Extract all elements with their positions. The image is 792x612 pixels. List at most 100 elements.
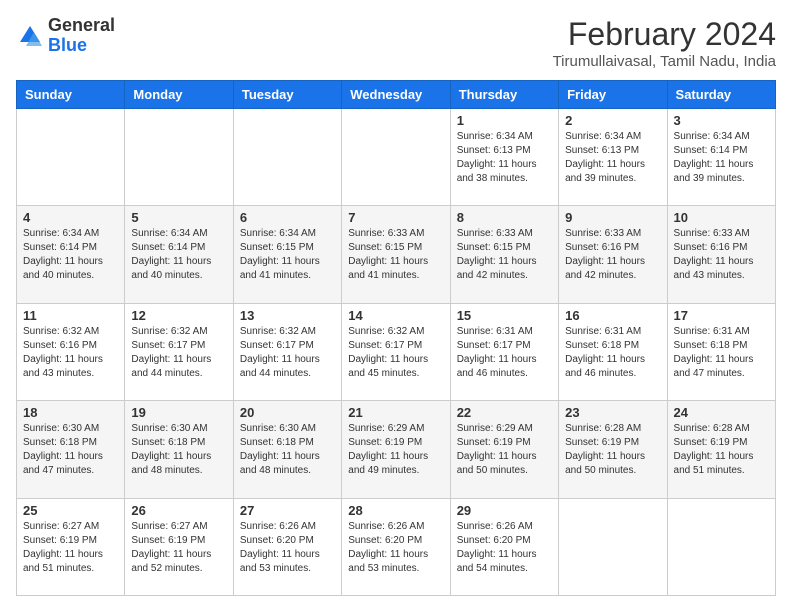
day-number: 24 — [674, 405, 769, 420]
calendar-row-1: 4 Sunrise: 6:34 AM Sunset: 6:14 PM Daylig… — [17, 206, 776, 303]
calendar-cell: 20 Sunrise: 6:30 AM Sunset: 6:18 PM Dayli… — [233, 401, 341, 498]
calendar-cell: 15 Sunrise: 6:31 AM Sunset: 6:17 PM Dayli… — [450, 303, 558, 400]
day-info: Sunrise: 6:29 AM Sunset: 6:19 PM Dayligh… — [457, 422, 552, 478]
day-number: 14 — [348, 308, 443, 323]
calendar-cell: 1 Sunrise: 6:34 AM Sunset: 6:13 PM Daylig… — [450, 109, 558, 206]
day-info: Sunrise: 6:27 AM Sunset: 6:19 PM Dayligh… — [131, 520, 226, 576]
day-info: Sunrise: 6:27 AM Sunset: 6:19 PM Dayligh… — [23, 520, 118, 576]
calendar-cell: 5Sunrise: 6:34 AM Sunset: 6:14 PM Daylig… — [125, 206, 233, 303]
day-number: 9 — [565, 210, 660, 225]
day-info: Sunrise: 6:31 AM Sunset: 6:18 PM Dayligh… — [674, 325, 769, 381]
main-title: February 2024 — [553, 16, 776, 53]
day-number: 16 — [565, 308, 660, 323]
day-number: 23 — [565, 405, 660, 420]
weekday-header-wednesday: Wednesday — [342, 81, 450, 109]
calendar-cell: 9 Sunrise: 6:33 AM Sunset: 6:16 PM Daylig… — [559, 206, 667, 303]
day-info: Sunrise: 6:26 AM Sunset: 6:20 PM Dayligh… — [348, 520, 443, 576]
logo-general-text: General — [48, 15, 115, 35]
calendar-cell: 14 Sunrise: 6:32 AM Sunset: 6:17 PM Dayli… — [342, 303, 450, 400]
day-number: 8 — [457, 210, 552, 225]
day-number: 22 — [457, 405, 552, 420]
day-info: Sunrise: 6:32 AM Sunset: 6:16 PM Dayligh… — [23, 325, 118, 381]
day-info: Sunrise: 6:31 AM Sunset: 6:18 PM Dayligh… — [565, 325, 660, 381]
day-number: 15 — [457, 308, 552, 323]
calendar-row-4: 25 Sunrise: 6:27 AM Sunset: 6:19 PM Dayli… — [17, 498, 776, 595]
day-info: Sunrise: 6:30 AM Sunset: 6:18 PM Dayligh… — [240, 422, 335, 478]
weekday-header-friday: Friday — [559, 81, 667, 109]
calendar-cell: 27Sunrise: 6:26 AM Sunset: 6:20 PM Dayli… — [233, 498, 341, 595]
day-number: 21 — [348, 405, 443, 420]
day-number: 18 — [23, 405, 118, 420]
day-number: 4 — [23, 210, 118, 225]
day-info: Sunrise: 6:30 AM Sunset: 6:18 PM Dayligh… — [23, 422, 118, 478]
calendar-cell: 10 Sunrise: 6:33 AM Sunset: 6:16 PM Dayli… — [667, 206, 775, 303]
day-info: Sunrise: 6:32 AM Sunset: 6:17 PM Dayligh… — [131, 325, 226, 381]
calendar-cell: 29Sunrise: 6:26 AM Sunset: 6:20 PM Dayli… — [450, 498, 558, 595]
day-info: Sunrise: 6:31 AM Sunset: 6:17 PM Dayligh… — [457, 325, 552, 381]
calendar-cell: 13Sunrise: 6:32 AM Sunset: 6:17 PM Dayli… — [233, 303, 341, 400]
calendar-cell: 17 Sunrise: 6:31 AM Sunset: 6:18 PM Dayli… — [667, 303, 775, 400]
calendar-cell — [17, 109, 125, 206]
day-number: 3 — [674, 113, 769, 128]
day-number: 20 — [240, 405, 335, 420]
day-number: 2 — [565, 113, 660, 128]
day-info: Sunrise: 6:34 AM Sunset: 6:13 PM Dayligh… — [565, 130, 660, 186]
day-info: Sunrise: 6:34 AM Sunset: 6:14 PM Dayligh… — [674, 130, 769, 186]
day-info: Sunrise: 6:26 AM Sunset: 6:20 PM Dayligh… — [240, 520, 335, 576]
day-info: Sunrise: 6:33 AM Sunset: 6:16 PM Dayligh… — [565, 227, 660, 283]
day-info: Sunrise: 6:32 AM Sunset: 6:17 PM Dayligh… — [240, 325, 335, 381]
weekday-header-monday: Monday — [125, 81, 233, 109]
day-number: 10 — [674, 210, 769, 225]
calendar-cell: 19Sunrise: 6:30 AM Sunset: 6:18 PM Dayli… — [125, 401, 233, 498]
page: General Blue February 2024 Tirumullaivas… — [0, 0, 792, 612]
day-info: Sunrise: 6:33 AM Sunset: 6:15 PM Dayligh… — [348, 227, 443, 283]
calendar-cell: 25 Sunrise: 6:27 AM Sunset: 6:19 PM Dayli… — [17, 498, 125, 595]
calendar-cell: 6Sunrise: 6:34 AM Sunset: 6:15 PM Daylig… — [233, 206, 341, 303]
header: General Blue February 2024 Tirumullaivas… — [16, 16, 776, 70]
title-block: February 2024 Tirumullaivasal, Tamil Nad… — [553, 16, 776, 70]
day-number: 29 — [457, 503, 552, 518]
calendar-cell: 22 Sunrise: 6:29 AM Sunset: 6:19 PM Dayli… — [450, 401, 558, 498]
calendar-cell: 21Sunrise: 6:29 AM Sunset: 6:19 PM Dayli… — [342, 401, 450, 498]
day-number: 19 — [131, 405, 226, 420]
calendar-cell: 2 Sunrise: 6:34 AM Sunset: 6:13 PM Daylig… — [559, 109, 667, 206]
day-number: 11 — [23, 308, 118, 323]
day-info: Sunrise: 6:33 AM Sunset: 6:15 PM Dayligh… — [457, 227, 552, 283]
subtitle: Tirumullaivasal, Tamil Nadu, India — [553, 53, 776, 70]
logo: General Blue — [16, 16, 115, 56]
weekday-header-saturday: Saturday — [667, 81, 775, 109]
day-info: Sunrise: 6:33 AM Sunset: 6:16 PM Dayligh… — [674, 227, 769, 283]
day-info: Sunrise: 6:34 AM Sunset: 6:13 PM Dayligh… — [457, 130, 552, 186]
day-number: 17 — [674, 308, 769, 323]
calendar-cell: 18 Sunrise: 6:30 AM Sunset: 6:18 PM Dayli… — [17, 401, 125, 498]
calendar-cell — [233, 109, 341, 206]
calendar-row-3: 18 Sunrise: 6:30 AM Sunset: 6:18 PM Dayli… — [17, 401, 776, 498]
day-number: 6 — [240, 210, 335, 225]
day-number: 1 — [457, 113, 552, 128]
day-number: 5 — [131, 210, 226, 225]
calendar-cell — [125, 109, 233, 206]
calendar-cell: 23 Sunrise: 6:28 AM Sunset: 6:19 PM Dayli… — [559, 401, 667, 498]
day-info: Sunrise: 6:32 AM Sunset: 6:17 PM Dayligh… — [348, 325, 443, 381]
calendar-cell: 11 Sunrise: 6:32 AM Sunset: 6:16 PM Dayli… — [17, 303, 125, 400]
logo-blue-text: Blue — [48, 35, 87, 55]
calendar-row-2: 11 Sunrise: 6:32 AM Sunset: 6:16 PM Dayli… — [17, 303, 776, 400]
weekday-header-thursday: Thursday — [450, 81, 558, 109]
day-number: 28 — [348, 503, 443, 518]
weekday-header-tuesday: Tuesday — [233, 81, 341, 109]
day-number: 25 — [23, 503, 118, 518]
logo-icon — [16, 22, 44, 50]
day-info: Sunrise: 6:28 AM Sunset: 6:19 PM Dayligh… — [674, 422, 769, 478]
day-info: Sunrise: 6:28 AM Sunset: 6:19 PM Dayligh… — [565, 422, 660, 478]
calendar-cell: 3 Sunrise: 6:34 AM Sunset: 6:14 PM Daylig… — [667, 109, 775, 206]
day-info: Sunrise: 6:34 AM Sunset: 6:14 PM Dayligh… — [23, 227, 118, 283]
calendar-cell: 4 Sunrise: 6:34 AM Sunset: 6:14 PM Daylig… — [17, 206, 125, 303]
calendar-row-0: 1 Sunrise: 6:34 AM Sunset: 6:13 PM Daylig… — [17, 109, 776, 206]
calendar-cell: 8 Sunrise: 6:33 AM Sunset: 6:15 PM Daylig… — [450, 206, 558, 303]
calendar-cell: 12 Sunrise: 6:32 AM Sunset: 6:17 PM Dayli… — [125, 303, 233, 400]
weekday-header-sunday: Sunday — [17, 81, 125, 109]
day-number: 12 — [131, 308, 226, 323]
calendar-cell — [342, 109, 450, 206]
calendar-cell — [559, 498, 667, 595]
day-number: 26 — [131, 503, 226, 518]
